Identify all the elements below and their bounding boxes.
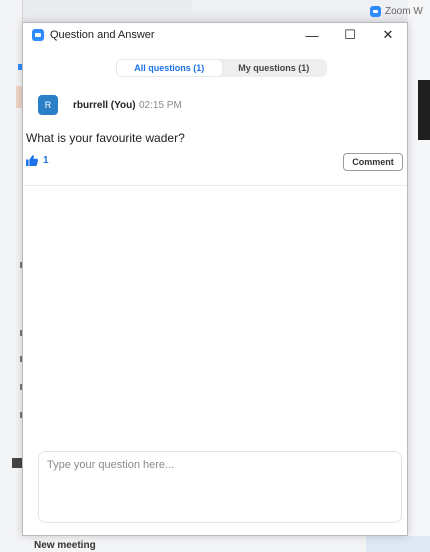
background-bottom-strip: New meeting [0, 536, 430, 552]
question-text: What is your favourite wader? [26, 131, 185, 145]
tab-my-questions[interactable]: My questions (1) [222, 60, 327, 76]
tab-all-questions[interactable]: All questions (1) [117, 60, 222, 76]
thumbs-up-icon [26, 155, 38, 166]
close-button[interactable]: ✕ [369, 23, 407, 47]
background-dark-panel [418, 80, 430, 140]
background-zoom-window-tab[interactable]: Zoom W [370, 0, 430, 22]
zoom-logo-icon [370, 5, 381, 17]
window-title: Question and Answer [50, 29, 155, 41]
upvote-button[interactable]: 1 [26, 155, 49, 166]
question-input[interactable] [39, 452, 401, 522]
minimize-button[interactable]: — [293, 23, 331, 47]
background-dark-block [12, 458, 22, 468]
qa-window: Question and Answer — ☐ ✕ All questions … [22, 22, 408, 536]
zoom-window-label: Zoom W [385, 5, 423, 17]
question-author: rburrell (You) [73, 100, 136, 111]
upvote-count: 1 [43, 155, 49, 166]
comment-button[interactable]: Comment [343, 153, 403, 171]
maximize-button[interactable]: ☐ [331, 23, 369, 47]
zoom-app-icon [32, 29, 44, 41]
question-input-box [38, 451, 402, 523]
window-controls: — ☐ ✕ [293, 23, 407, 47]
question-item: R rburrell (You) 02:15 PM What is your f… [23, 85, 407, 186]
background-bottom-right [366, 536, 430, 552]
question-tabs: All questions (1) My questions (1) [116, 59, 327, 77]
background-left-window [0, 0, 23, 552]
question-time: 02:15 PM [139, 100, 182, 111]
avatar: R [38, 95, 58, 115]
background-right-window [408, 0, 430, 552]
title-bar[interactable]: Question and Answer — ☐ ✕ [23, 23, 407, 47]
new-meeting-label[interactable]: New meeting [34, 540, 96, 551]
